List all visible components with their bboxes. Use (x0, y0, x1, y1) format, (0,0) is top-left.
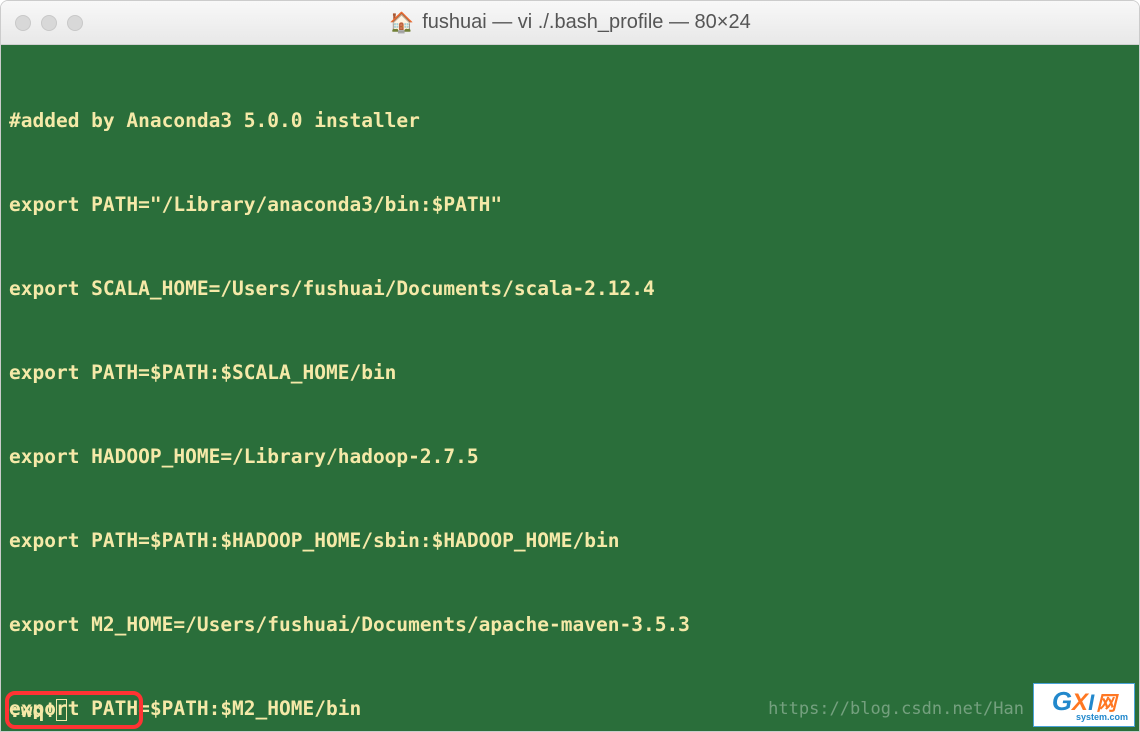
file-line: export PATH="/Library/anaconda3/bin:$PAT… (9, 191, 1131, 219)
title-container: 🏠 fushuai — vi ./.bash_profile — 80×24 (1, 10, 1139, 35)
minimize-button[interactable] (41, 15, 57, 31)
maximize-button[interactable] (67, 15, 83, 31)
terminal-content[interactable]: #added by Anaconda3 5.0.0 installer expo… (1, 45, 1139, 731)
logo-box: GXI网 system.com (1033, 683, 1135, 727)
home-icon: 🏠 (389, 10, 414, 35)
logo-main: GXI网 (1052, 688, 1116, 715)
terminal-window: 🏠 fushuai — vi ./.bash_profile — 80×24 #… (0, 0, 1140, 732)
logo-g: G (1052, 688, 1072, 714)
file-line: export PATH=$PATH:$HADOOP_HOME/sbin:$HAD… (9, 527, 1131, 555)
logo-net: 网 (1096, 694, 1116, 714)
cursor (56, 699, 67, 721)
file-line: export PATH=$PATH:$SCALA_HOME/bin (9, 359, 1131, 387)
file-line: export HADOOP_HOME=/Library/hadoop-2.7.5 (9, 443, 1131, 471)
vi-command: :wq! (9, 697, 56, 725)
vi-command-line[interactable]: :wq! (9, 697, 67, 725)
close-button[interactable] (15, 15, 31, 31)
logo-i: I (1088, 692, 1094, 714)
logo-sub: system.com (1076, 713, 1128, 722)
traffic-lights (15, 15, 83, 31)
file-line: #added by Anaconda3 5.0.0 installer (9, 107, 1131, 135)
window-title: fushuai — vi ./.bash_profile — 80×24 (422, 11, 751, 34)
watermark-text: https://blog.csdn.net/Han (768, 695, 1024, 723)
file-line: export SCALA_HOME=/Users/fushuai/Documen… (9, 275, 1131, 303)
file-line: export M2_HOME=/Users/fushuai/Documents/… (9, 611, 1131, 639)
titlebar: 🏠 fushuai — vi ./.bash_profile — 80×24 (1, 1, 1139, 45)
